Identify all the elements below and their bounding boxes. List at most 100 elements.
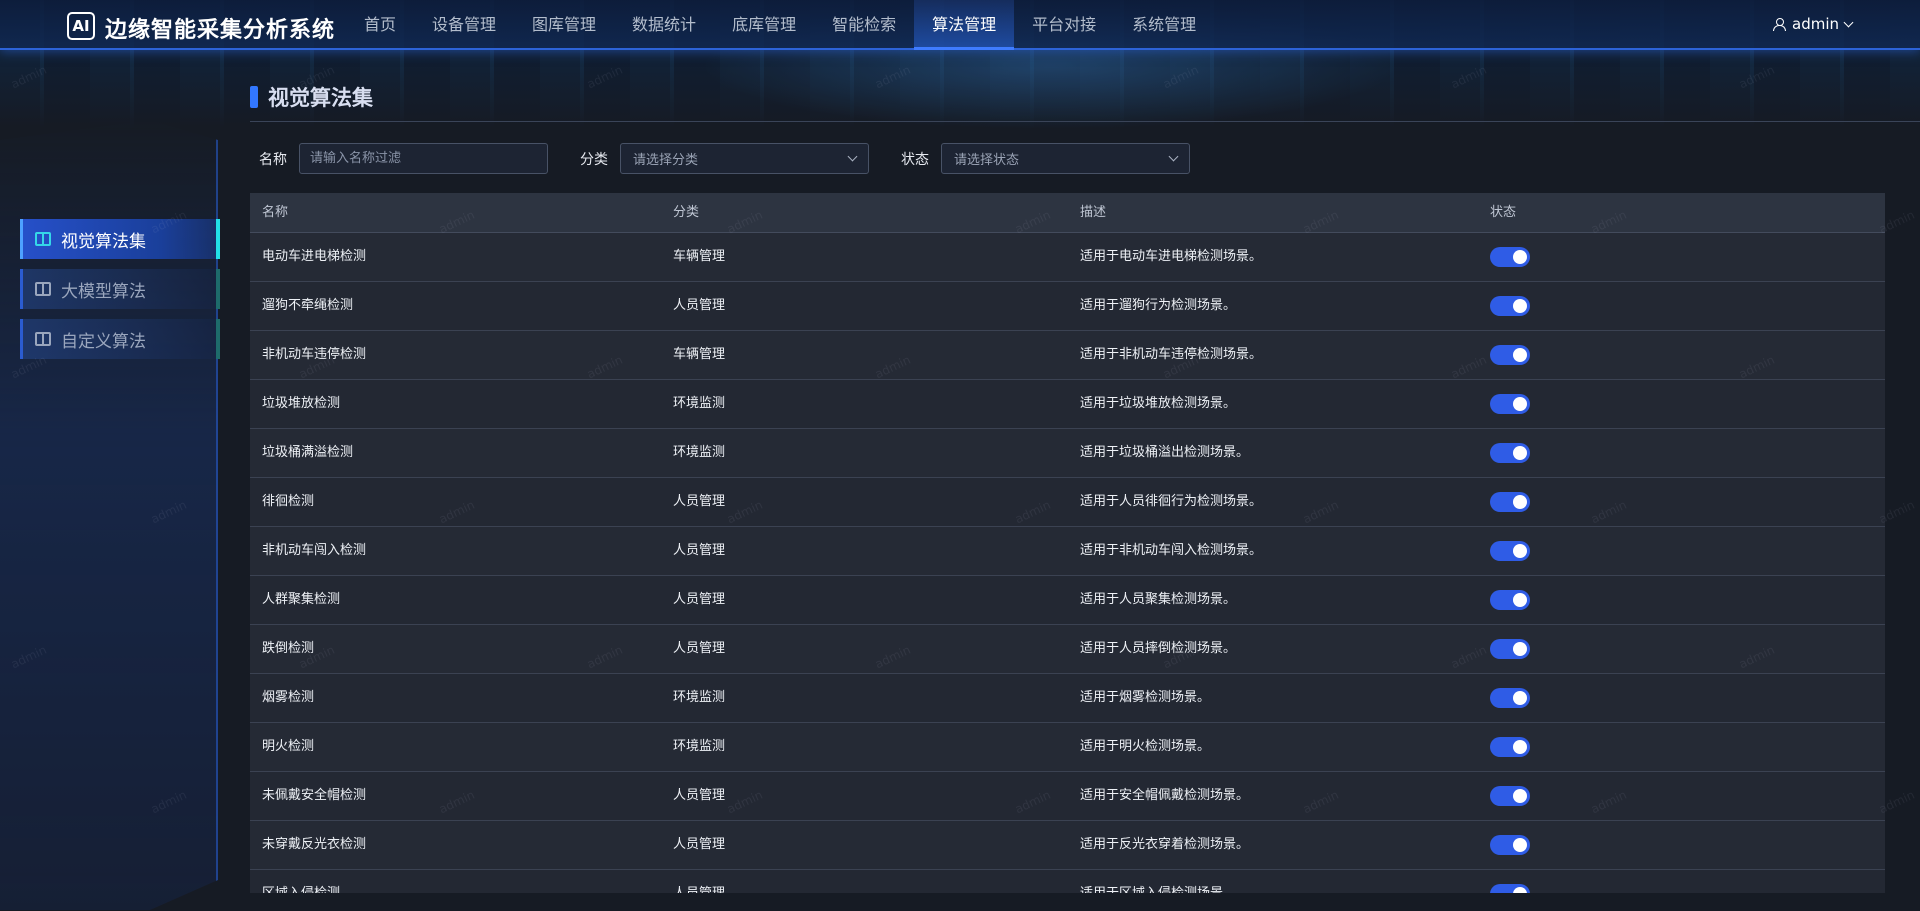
- table-header: 名称 分类 描述 状态: [250, 193, 1885, 233]
- nav-item-gallery[interactable]: 图库管理: [514, 0, 614, 50]
- cell-status: [1478, 576, 1885, 624]
- cell-category: 人员管理: [673, 298, 726, 313]
- cell-status: [1478, 527, 1885, 575]
- column-header-description: 描述: [1080, 205, 1107, 220]
- cell-name: 明火检测: [262, 739, 315, 754]
- cell-category: 环境监测: [673, 690, 726, 705]
- cell-category: 人员管理: [673, 543, 726, 558]
- table-body: 电动车进电梯检测 车辆管理 适用于电动车进电梯检测场景。 遛狗不牵绳检测 人员管理 适用于…: [250, 233, 1885, 893]
- status-toggle[interactable]: [1490, 688, 1530, 708]
- cell-category: 人员管理: [673, 592, 726, 607]
- table-row: 非机动车闯入检测 人员管理 适用于非机动车闯入检测场景。: [250, 527, 1885, 576]
- top-header: AI 边缘智能采集分析系统 首页 设备管理 图库管理 数据统计 底库管理 智能检…: [0, 0, 1920, 50]
- cell-status: [1478, 331, 1885, 379]
- nav-item-device[interactable]: 设备管理: [414, 0, 514, 50]
- status-toggle[interactable]: [1490, 296, 1530, 316]
- filter-bar: 名称 分类 请选择分类 状态 请选择状态: [259, 143, 1190, 174]
- status-toggle[interactable]: [1490, 884, 1530, 893]
- table-row: 徘徊检测 人员管理 适用于人员徘徊行为检测场景。: [250, 478, 1885, 527]
- cell-status: [1478, 772, 1885, 820]
- cell-description: 适用于安全帽佩戴检测场景。: [1080, 788, 1250, 803]
- table-row: 烟雾检测 环境监测 适用于烟雾检测场景。: [250, 674, 1885, 723]
- name-filter-label: 名称: [259, 151, 287, 168]
- cell-description: 适用于反光衣穿着检测场景。: [1080, 837, 1250, 852]
- cell-name: 区域入侵检测: [250, 870, 661, 893]
- table-row: 未佩戴安全帽检测 人员管理 适用于安全帽佩戴检测场景。: [250, 772, 1885, 821]
- cell-category: 人员管理: [673, 837, 726, 852]
- cell-category: 环境监测: [673, 739, 726, 754]
- status-toggle[interactable]: [1490, 835, 1530, 855]
- sidebar-menu: 视觉算法集 大模型算法 自定义算法: [20, 219, 220, 369]
- name-filter-input[interactable]: [299, 143, 548, 174]
- nav-item-statistics[interactable]: 数据统计: [614, 0, 714, 50]
- user-name: admin: [1792, 15, 1839, 33]
- status-toggle[interactable]: [1490, 590, 1530, 610]
- cell-category: 环境监测: [673, 445, 726, 460]
- status-toggle[interactable]: [1490, 786, 1530, 806]
- cell-description: 适用于人员徘徊行为检测场景。: [1080, 494, 1263, 509]
- book-icon: [35, 282, 51, 296]
- nav-item-search[interactable]: 智能检索: [814, 0, 914, 50]
- status-toggle[interactable]: [1490, 443, 1530, 463]
- sidebar-item-label: 视觉算法集: [61, 231, 146, 252]
- table-row: 跌倒检测 人员管理 适用于人员摔倒检测场景。: [250, 625, 1885, 674]
- nav-item-platform[interactable]: 平台对接: [1014, 0, 1114, 50]
- cell-description: 适用于非机动车违停检测场景。: [1080, 347, 1263, 362]
- column-header-category: 分类: [673, 205, 700, 220]
- cell-description: 适用于人员摔倒检测场景。: [1080, 641, 1237, 656]
- cell-description: 适用于明火检测场景。: [1080, 739, 1211, 754]
- table-row: 未穿戴反光衣检测 人员管理 适用于反光衣穿着检测场景。: [250, 821, 1885, 870]
- cell-category: 车辆管理: [673, 249, 726, 264]
- cell-name: 烟雾检测: [262, 690, 315, 705]
- cell-status: [1478, 674, 1885, 722]
- cell-name: 人群聚集检测: [262, 592, 341, 607]
- cell-status: [1478, 870, 1885, 893]
- main-nav: 首页 设备管理 图库管理 数据统计 底库管理 智能检索 算法管理 平台对接 系统…: [346, 0, 1214, 50]
- table-row: 垃圾桶满溢检测 环境监测 适用于垃圾桶溢出检测场景。: [250, 429, 1885, 478]
- table-row: 区域入侵检测人员管理适用于区域入侵检测场景。: [250, 870, 1885, 893]
- category-select[interactable]: 请选择分类: [620, 143, 869, 174]
- status-toggle[interactable]: [1490, 492, 1530, 512]
- column-header-status: 状态: [1490, 205, 1517, 220]
- sidebar-item-custom-algorithms[interactable]: 自定义算法: [20, 319, 220, 359]
- status-toggle[interactable]: [1490, 345, 1530, 365]
- cell-category: 环境监测: [673, 396, 726, 411]
- status-toggle[interactable]: [1490, 737, 1530, 757]
- user-icon: [1772, 17, 1786, 31]
- cell-description: 适用于人员聚集检测场景。: [1080, 592, 1237, 607]
- nav-item-base-library[interactable]: 底库管理: [714, 0, 814, 50]
- cell-name: 垃圾桶满溢检测: [262, 445, 354, 460]
- status-toggle[interactable]: [1490, 394, 1530, 414]
- cell-name: 未佩戴安全帽检测: [262, 788, 367, 803]
- cell-status: [1478, 478, 1885, 526]
- heading-accent-bar: [250, 86, 258, 108]
- page-heading: 视觉算法集: [250, 82, 373, 112]
- status-toggle[interactable]: [1490, 541, 1530, 561]
- book-icon: [35, 332, 51, 346]
- cell-category: 车辆管理: [673, 347, 726, 362]
- sidebar-item-visual-algorithms[interactable]: 视觉算法集: [20, 219, 220, 259]
- nav-item-system[interactable]: 系统管理: [1114, 0, 1214, 50]
- cell-status: [1478, 821, 1885, 869]
- book-icon: [35, 232, 51, 246]
- table-row: 人群聚集检测 人员管理 适用于人员聚集检测场景。: [250, 576, 1885, 625]
- app-title: 边缘智能采集分析系统: [105, 18, 336, 43]
- cell-status: [1478, 723, 1885, 771]
- cell-name: 徘徊检测: [262, 494, 315, 509]
- status-filter-label: 状态: [901, 151, 929, 168]
- cell-category: 人员管理: [673, 494, 726, 509]
- chevron-down-icon: [1843, 17, 1854, 27]
- nav-item-algorithm[interactable]: 算法管理: [914, 0, 1015, 50]
- nav-item-home[interactable]: 首页: [346, 0, 414, 50]
- sidebar-item-label: 大模型算法: [61, 281, 146, 302]
- user-menu[interactable]: admin: [1772, 15, 1854, 33]
- status-select[interactable]: 请选择状态: [941, 143, 1190, 174]
- cell-status: [1478, 429, 1885, 477]
- status-toggle[interactable]: [1490, 639, 1530, 659]
- category-filter-label: 分类: [580, 151, 608, 168]
- status-toggle[interactable]: [1490, 247, 1530, 267]
- cell-description: 适用于电动车进电梯检测场景。: [1080, 249, 1263, 264]
- sidebar-item-large-model-algorithms[interactable]: 大模型算法: [20, 269, 220, 309]
- cell-name: 未穿戴反光衣检测: [262, 837, 367, 852]
- category-select-placeholder: 请选择分类: [633, 153, 699, 168]
